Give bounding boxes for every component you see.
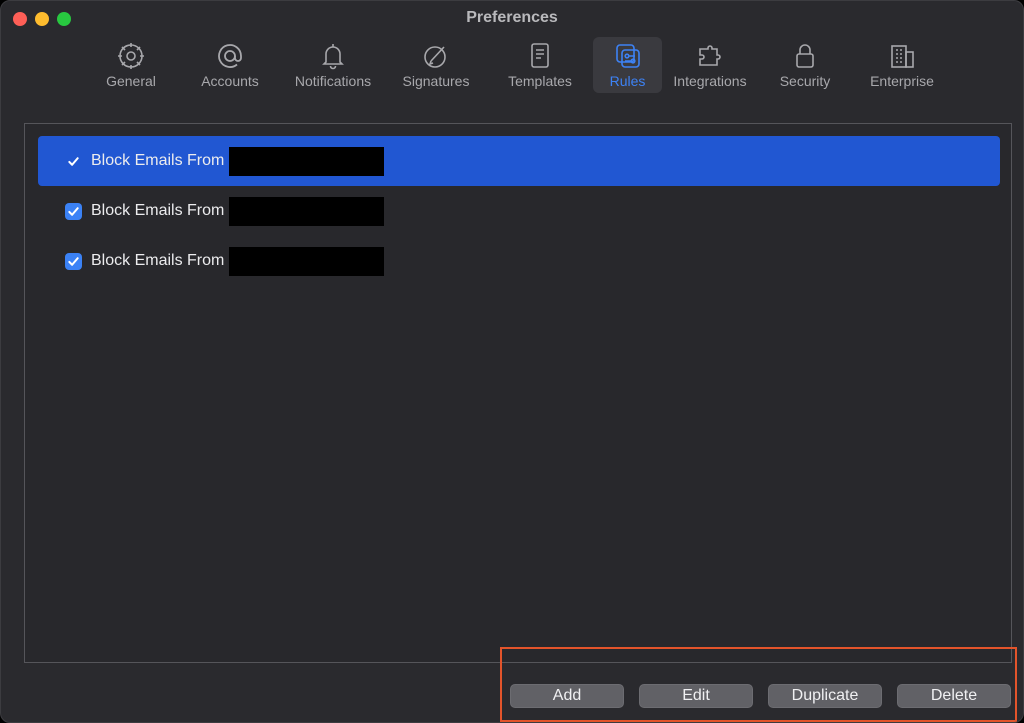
redacted-address (229, 146, 385, 176)
tab-label: Accounts (201, 73, 259, 89)
redacted-address (229, 246, 385, 276)
rule-label: Block Emails From (91, 202, 225, 219)
tab-general[interactable]: General (99, 37, 163, 93)
window-title: Preferences (466, 9, 558, 26)
tab-signatures[interactable]: Signatures (397, 37, 475, 93)
tab-label: General (106, 73, 156, 89)
rule-label: Block Emails From (91, 252, 225, 269)
checkmark-icon (68, 256, 79, 266)
preferences-window: Preferences General Accounts Notificatio… (0, 0, 1024, 723)
document-icon (531, 43, 549, 68)
rule-row[interactable]: Block Emails From (38, 136, 1000, 186)
tab-label: Rules (609, 73, 646, 89)
tab-integrations[interactable]: Integrations (667, 37, 753, 93)
building-icon (891, 45, 914, 68)
tab-enterprise[interactable]: Enterprise (865, 37, 939, 93)
bell-icon (322, 44, 344, 70)
tab-notifications[interactable]: Notifications (288, 37, 378, 93)
tab-label: Enterprise (870, 73, 934, 89)
at-icon (218, 44, 242, 68)
rule-row[interactable]: Block Emails From (38, 236, 1000, 286)
rule-row[interactable]: Block Emails From (38, 186, 1000, 236)
tab-label: Templates (508, 73, 572, 89)
add-button[interactable]: Add (510, 684, 624, 708)
redacted-address (229, 196, 385, 226)
rule-checkbox[interactable] (65, 153, 82, 170)
tab-security[interactable]: Security (773, 37, 837, 93)
delete-button[interactable]: Delete (897, 684, 1011, 708)
tab-label: Notifications (294, 73, 372, 89)
tab-label: Security (779, 73, 831, 89)
checkmark-icon (68, 156, 79, 166)
rules-list: Block Emails From Block Emails From Bloc… (24, 123, 1012, 663)
duplicate-button[interactable]: Duplicate (768, 684, 882, 708)
rules-icon (615, 44, 640, 68)
tab-rules[interactable]: Rules (593, 37, 662, 93)
checkmark-icon (68, 206, 79, 216)
signature-icon (424, 46, 446, 68)
rule-label: Block Emails From (91, 152, 225, 169)
preferences-toolbar: General Accounts Notifications Signature… (1, 37, 1023, 93)
rule-checkbox[interactable] (65, 252, 82, 270)
tab-templates[interactable]: Templates (503, 37, 577, 93)
rule-checkbox[interactable] (65, 202, 82, 220)
tab-label: Signatures (402, 73, 470, 89)
lock-icon (796, 44, 814, 68)
gear-icon (118, 43, 144, 69)
tab-label: Integrations (673, 73, 747, 89)
tab-accounts[interactable]: Accounts (194, 37, 266, 93)
edit-button[interactable]: Edit (639, 684, 753, 708)
puzzle-icon (699, 45, 721, 66)
